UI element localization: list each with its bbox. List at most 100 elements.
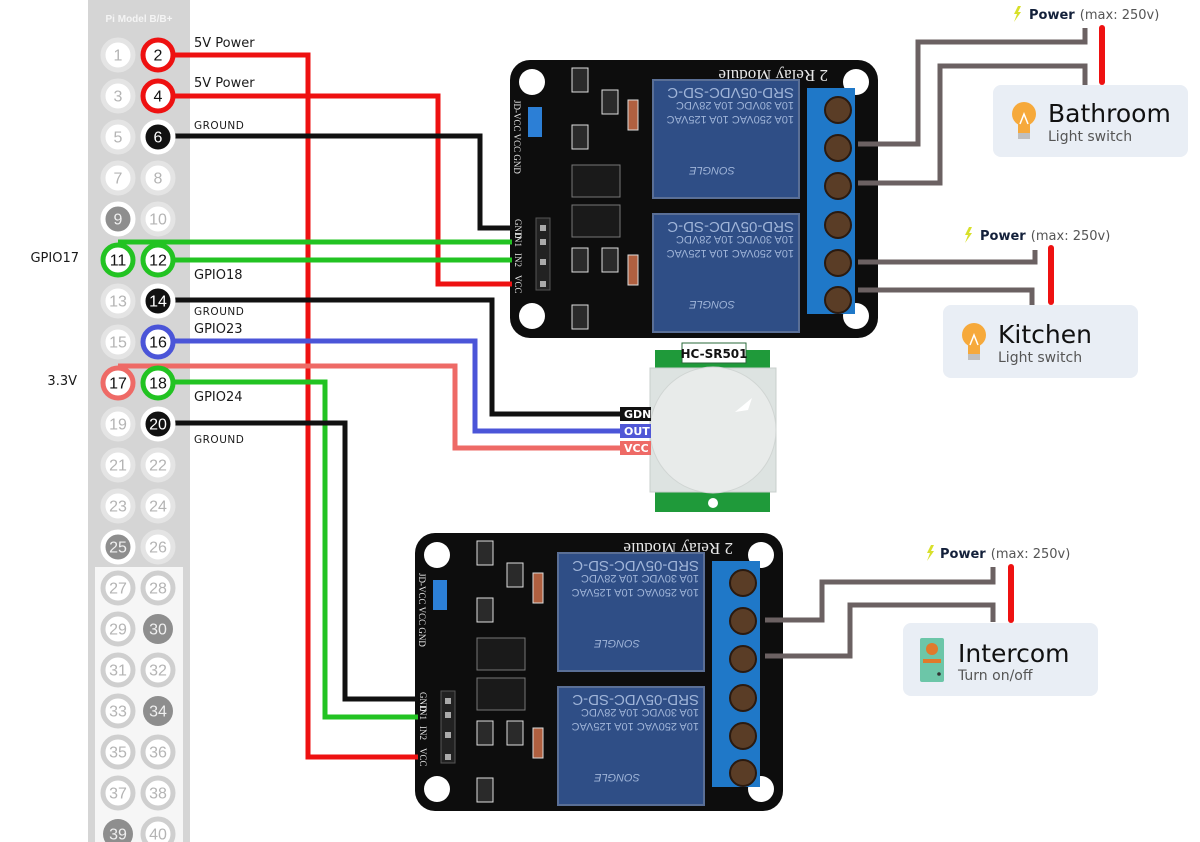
pin16-label: GPIO23 <box>194 322 243 337</box>
pin-5: 5 <box>100 119 136 155</box>
lightning-icon <box>965 227 972 243</box>
relay-label: SRD-05VDC-SD-C <box>667 84 794 101</box>
wire-pin2-to-relay2-vcc <box>158 52 418 760</box>
pin-number: 8 <box>154 171 163 188</box>
lightning-icon <box>927 545 934 561</box>
optocoupler <box>571 164 621 198</box>
optocoupler <box>476 677 526 711</box>
kitchen-wire-a <box>858 250 1038 265</box>
jumper <box>433 580 447 610</box>
pin11-label: GPIO17 <box>30 251 79 266</box>
relay-label: 10A 30VDC 10A 28VDC <box>676 233 794 245</box>
diode <box>532 572 544 604</box>
power-label: Power <box>1029 8 1075 23</box>
pin-number: 28 <box>149 581 167 598</box>
pin-23: 23 <box>100 488 136 524</box>
smd-component <box>571 67 589 93</box>
terminal-screw <box>824 286 852 314</box>
jumper-label: JD-VCC VCC GND <box>417 573 427 647</box>
pin-21: 21 <box>100 447 136 483</box>
pin-number: 4 <box>154 89 163 106</box>
header-pin <box>540 239 546 245</box>
header-pin <box>445 712 451 718</box>
terminal-screw <box>729 645 757 673</box>
terminal-screw <box>824 96 852 124</box>
pin-number: 37 <box>109 786 127 803</box>
pin-2: 2 <box>140 37 176 73</box>
relay-brand: SONGLE <box>593 637 640 649</box>
power-label: Power <box>980 229 1026 244</box>
relay-brand: SONGLE <box>688 298 735 310</box>
pin6-label: GROUND <box>194 120 244 132</box>
diode <box>532 727 544 759</box>
pin-number: 35 <box>109 745 127 762</box>
pin-number: 31 <box>109 663 127 680</box>
pin-number: 25 <box>109 540 127 557</box>
relay-brand: SONGLE <box>593 771 640 783</box>
pin-number: 3 <box>114 89 123 106</box>
pin-16: 16 <box>140 324 176 360</box>
pin-number: 39 <box>109 827 127 842</box>
smd-component <box>601 89 619 115</box>
terminal-screw <box>824 211 852 239</box>
terminal-screw <box>824 172 852 200</box>
power-note: (max: 250v) <box>1080 8 1160 23</box>
pin-number: 5 <box>114 130 123 147</box>
pin-26: 26 <box>140 529 176 565</box>
header-title: Pi Model B/B+ <box>106 14 173 25</box>
pin-30: 30 <box>143 614 173 644</box>
pir-sensor: HC-SR501 GDN OUT VCC <box>620 342 777 512</box>
pin20-label: GROUND <box>194 434 244 446</box>
smd-component <box>476 720 494 746</box>
pin-number: 29 <box>109 622 127 639</box>
pin-number: 14 <box>149 294 167 311</box>
diode <box>627 254 639 286</box>
terminal-screw <box>729 569 757 597</box>
header-pin <box>540 225 546 231</box>
relay-1: SRD-05VDC-SD-C10A 30VDC 10A 28VDC 10A 250… <box>557 552 705 672</box>
pin-number: 10 <box>149 212 167 229</box>
pin-number: 32 <box>149 663 167 680</box>
power-note: (max: 250v) <box>991 547 1071 562</box>
pin-number: 33 <box>109 704 127 721</box>
pin-number: 21 <box>109 458 127 475</box>
power-note: (max: 250v) <box>1031 229 1111 244</box>
pin-31: 31 <box>100 652 136 688</box>
header-pin-label-in1: IN1 <box>418 706 428 720</box>
pin-11: 11 <box>100 242 136 278</box>
pin-number: 34 <box>149 704 167 721</box>
header-pin-label-in1: IN1 <box>513 233 523 247</box>
smd-component <box>476 540 494 566</box>
pin-1: 1 <box>100 37 136 73</box>
smd-component <box>476 777 494 803</box>
power-label: Power <box>940 547 986 562</box>
sensor-pin-vcc: VCC <box>624 442 649 455</box>
wire-pin20-to-relay2-gnd <box>158 420 418 702</box>
header-pin-label-in2: IN2 <box>418 726 428 740</box>
pin-14: 14 <box>140 283 176 319</box>
pin-4: 4 <box>140 78 176 114</box>
mounting-hole <box>424 542 450 568</box>
pin-number: 23 <box>109 499 127 516</box>
pin-25: 25 <box>100 529 136 565</box>
load-title: Bathroom <box>1048 99 1171 128</box>
header-pin-label-vcc: VCC <box>513 275 523 294</box>
pin-33: 33 <box>100 693 136 729</box>
pin-17: 17 <box>100 365 136 401</box>
load-title: Intercom <box>958 639 1070 668</box>
optocoupler <box>571 204 621 238</box>
diode <box>627 99 639 131</box>
pin-35: 35 <box>100 734 136 770</box>
pin-32: 32 <box>140 652 176 688</box>
header-pin <box>445 732 451 738</box>
mounting-hole <box>424 776 450 802</box>
pin-number: 38 <box>149 786 167 803</box>
svg-text:Power (max: 250v): Power (max: 250v) <box>980 225 1110 244</box>
sensor-dome <box>649 366 777 494</box>
pin-38: 38 <box>140 775 176 811</box>
lightning-icon <box>1014 6 1021 22</box>
pin-34: 34 <box>143 696 173 726</box>
pin-number: 12 <box>149 253 167 270</box>
pin-8: 8 <box>140 160 176 196</box>
relay-label: SRD-05VDC-SD-C <box>572 691 699 708</box>
